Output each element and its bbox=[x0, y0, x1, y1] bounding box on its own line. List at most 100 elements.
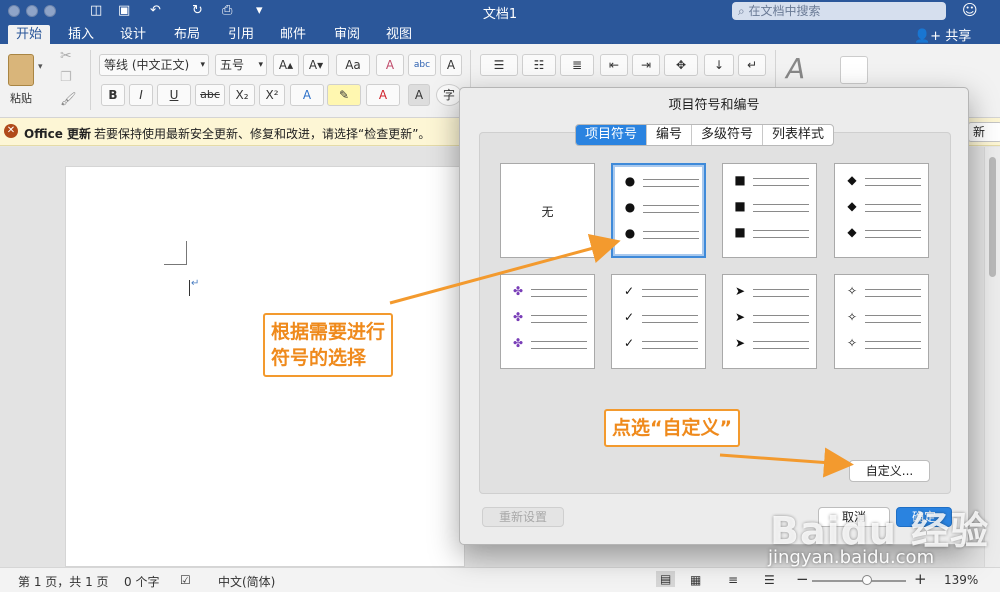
chevron-down-icon: ▾ bbox=[200, 60, 205, 70]
tab-mailings[interactable]: 邮件 bbox=[272, 25, 314, 44]
highlight-button[interactable]: ✎ bbox=[327, 84, 361, 106]
zoom-out-icon[interactable]: − bbox=[796, 570, 809, 588]
font-size-value: 五号 bbox=[220, 58, 245, 72]
text-cursor bbox=[189, 280, 190, 296]
bullets-button[interactable]: ☰ bbox=[480, 54, 518, 76]
bullet-option[interactable]: ● ● ● bbox=[611, 163, 706, 258]
text-effects-button[interactable]: A bbox=[290, 84, 324, 106]
annotation-note-select: 根据需要进行 符号的选择 bbox=[263, 313, 394, 377]
bullet-option[interactable]: ✓ ✓ ✓ bbox=[611, 274, 706, 369]
styles-icon[interactable]: A bbox=[786, 52, 805, 85]
paste-label: 粘贴 bbox=[10, 92, 32, 105]
paste-dropdown-icon[interactable]: ▾ bbox=[38, 62, 43, 72]
bullet-option[interactable]: ✧ ✧ ✧ bbox=[834, 274, 929, 369]
decrease-indent-button[interactable]: ⇤ bbox=[600, 54, 628, 76]
share-label: 共享 bbox=[945, 29, 972, 44]
tab-multilevel[interactable]: 多级符号 bbox=[692, 125, 764, 145]
tab-numbering[interactable]: 编号 bbox=[647, 125, 693, 145]
format-painter-icon[interactable]: 🖌 bbox=[60, 92, 77, 107]
subscript-button[interactable]: X₂ bbox=[229, 84, 255, 106]
clear-format-button[interactable]: A bbox=[376, 54, 404, 76]
bullet-symbol-icon: ➤ bbox=[734, 336, 746, 350]
customize-button[interactable]: 自定义... bbox=[849, 460, 930, 482]
tab-bullets[interactable]: 项目符号 bbox=[576, 125, 648, 145]
bullet-preview-line: ◆ bbox=[845, 173, 921, 190]
paragraph-mark-icon: ↵ bbox=[191, 278, 200, 289]
web-layout-icon[interactable]: ▦ bbox=[690, 573, 701, 587]
tab-design[interactable]: 设计 bbox=[112, 25, 154, 44]
add-person-icon: 👤+ bbox=[914, 29, 946, 44]
check-updates-button[interactable]: 新 bbox=[968, 122, 1000, 142]
bullets-numbering-dialog: 项目符号和编号 项目符号 编号 多级符号 列表样式 自定义... 重新设置 取消… bbox=[459, 87, 969, 545]
bullet-option[interactable]: ➤ ➤ ➤ bbox=[722, 274, 817, 369]
sort-icon: ↓ bbox=[713, 58, 725, 72]
grow-font-button[interactable]: A▴ bbox=[273, 54, 299, 76]
italic-button[interactable]: I bbox=[129, 84, 153, 106]
outline-view-icon[interactable]: ≡ bbox=[728, 573, 738, 587]
phonetic-guide-button[interactable]: abc bbox=[408, 54, 436, 76]
strikethrough-button[interactable]: abc bbox=[195, 84, 225, 106]
bullet-symbol-icon: ● bbox=[624, 226, 636, 240]
bullet-option[interactable]: ✤ ✤ ✤ bbox=[500, 274, 595, 369]
superscript-button[interactable]: X² bbox=[259, 84, 285, 106]
bullet-preview-line: ➤ bbox=[733, 336, 809, 353]
bold-button[interactable]: B bbox=[101, 84, 125, 106]
print-layout-icon[interactable]: ▤ bbox=[656, 571, 676, 587]
chevron-down-icon: ▾ bbox=[258, 60, 263, 70]
character-border-button[interactable]: A bbox=[440, 54, 462, 76]
character-shading-button[interactable]: A bbox=[408, 84, 430, 106]
increase-indent-icon: ⇥ bbox=[640, 58, 652, 72]
close-notification-icon[interactable]: ✕ bbox=[4, 124, 18, 138]
feedback-smiley-icon[interactable]: ☺ bbox=[962, 1, 978, 19]
paste-icon[interactable] bbox=[8, 54, 34, 86]
cut-icon[interactable]: ✂ bbox=[60, 48, 72, 64]
show-marks-button[interactable]: ↵ bbox=[738, 54, 766, 76]
bullet-symbol-icon: ✤ bbox=[512, 284, 524, 298]
shrink-font-button[interactable]: A▾ bbox=[303, 54, 329, 76]
scrollbar-thumb[interactable] bbox=[989, 157, 996, 277]
bullet-symbol-icon: ✓ bbox=[623, 336, 635, 350]
increase-indent-button[interactable]: ⇥ bbox=[632, 54, 660, 76]
bullet-symbol-icon: ✧ bbox=[846, 310, 858, 324]
numbering-button[interactable]: ☷ bbox=[522, 54, 556, 76]
tab-insert[interactable]: 插入 bbox=[60, 25, 102, 44]
copy-icon[interactable]: ❐ bbox=[60, 70, 72, 85]
bullet-preview-line: ✓ bbox=[622, 310, 698, 327]
underline-button[interactable]: U bbox=[157, 84, 191, 106]
word-count[interactable]: 0 个字 bbox=[124, 573, 159, 590]
ribbon-tabs: 开始 插入 设计 布局 引用 邮件 审阅 视图 bbox=[0, 22, 1000, 44]
search-input[interactable]: ⌕ 在文档中搜索 bbox=[732, 2, 946, 20]
bullet-symbol-icon: ➤ bbox=[734, 284, 746, 298]
bullet-option[interactable]: ◆ ◆ ◆ bbox=[834, 163, 929, 258]
tab-references[interactable]: 引用 bbox=[220, 25, 262, 44]
change-case-button[interactable]: Aa bbox=[336, 54, 370, 76]
bullet-preview-line: ◆ bbox=[845, 225, 921, 242]
proofing-icon[interactable]: ☑ bbox=[180, 573, 191, 587]
styles-pane-icon[interactable] bbox=[840, 56, 868, 84]
multilevel-list-button[interactable]: ≣ bbox=[560, 54, 594, 76]
draft-view-icon[interactable]: ☰ bbox=[764, 573, 775, 587]
zoom-level[interactable]: 139% bbox=[944, 573, 978, 587]
page-count[interactable]: 第 1 页，共 1 页 bbox=[18, 573, 109, 590]
tab-list-styles[interactable]: 列表样式 bbox=[763, 125, 833, 145]
language-indicator[interactable]: 中文(简体) bbox=[218, 573, 275, 590]
tab-home[interactable]: 开始 bbox=[8, 25, 51, 44]
tab-review[interactable]: 审阅 bbox=[326, 25, 368, 44]
share-button[interactable]: 👤+ 共享 bbox=[914, 25, 971, 44]
zoom-slider[interactable] bbox=[812, 580, 906, 582]
asian-layout-button[interactable]: ✥ bbox=[664, 54, 698, 76]
annotation-note-customize: 点选“自定义” bbox=[604, 409, 740, 447]
font-color-button[interactable]: A bbox=[366, 84, 400, 106]
zoom-slider-knob[interactable] bbox=[861, 575, 872, 585]
bullet-symbol-icon: ✧ bbox=[846, 336, 858, 350]
bullet-option[interactable]: ■ ■ ■ bbox=[722, 163, 817, 258]
tab-layout[interactable]: 布局 bbox=[166, 25, 208, 44]
bullet-symbol-icon: ➤ bbox=[734, 310, 746, 324]
tab-view[interactable]: 视图 bbox=[378, 25, 420, 44]
zoom-in-icon[interactable]: + bbox=[914, 570, 927, 588]
bullet-option[interactable]: 无 bbox=[500, 163, 595, 258]
font-name-select[interactable]: 等线 (中文正文) ▾ bbox=[99, 54, 209, 76]
sort-button[interactable]: ↓ bbox=[704, 54, 734, 76]
font-size-select[interactable]: 五号 ▾ bbox=[215, 54, 267, 76]
bullet-symbol-icon: ■ bbox=[734, 199, 746, 213]
